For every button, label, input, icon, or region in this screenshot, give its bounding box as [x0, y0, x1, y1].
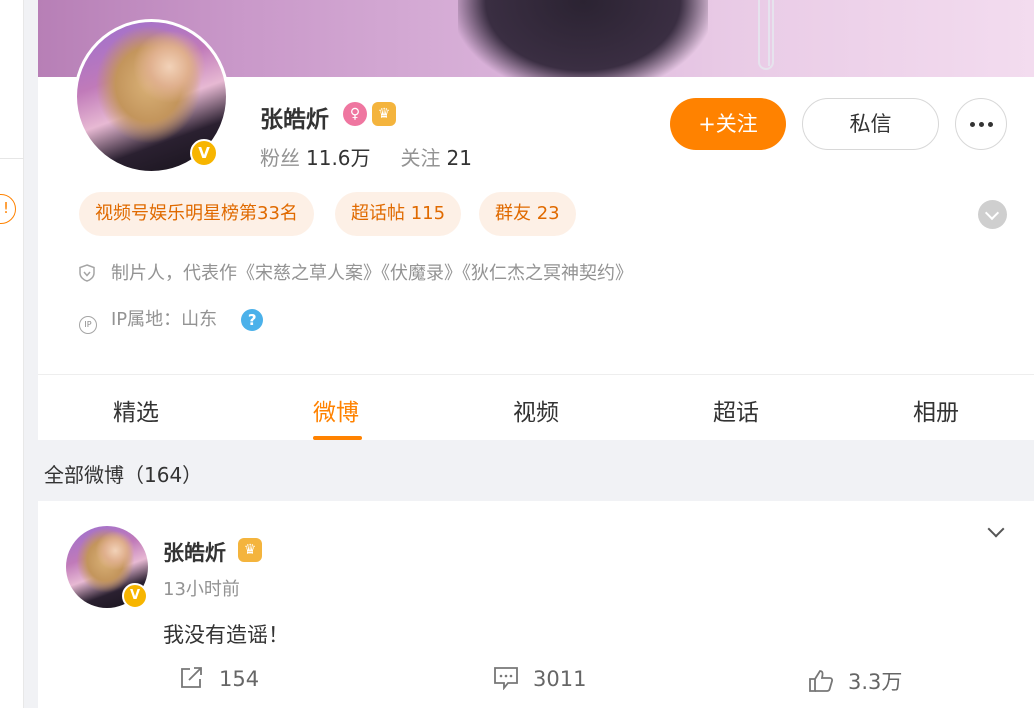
ip-location-text: IP属地：山东: [111, 309, 218, 330]
vip-crown-icon[interactable]: ♛: [238, 538, 262, 562]
tag-supertopic-posts[interactable]: 超话帖 115: [335, 192, 462, 236]
tag-group-friends[interactable]: 群友 23: [479, 192, 576, 236]
follow-label: 关注: [400, 146, 441, 170]
ip-icon: IP: [79, 316, 97, 334]
tab-video[interactable]: 视频: [513, 393, 559, 427]
like-count: 3.3万: [848, 670, 903, 694]
female-icon: ♀: [343, 102, 367, 126]
post-menu-chevron-down-icon[interactable]: [987, 520, 1005, 538]
help-icon[interactable]: ?: [241, 309, 264, 331]
profile-name: 张皓炘: [260, 107, 329, 133]
active-tab-indicator: [313, 436, 362, 440]
sidebar-divider: [0, 158, 24, 159]
section-title: 全部微博（164）: [44, 463, 203, 487]
follow-button[interactable]: +关注: [670, 98, 786, 150]
profile-stats: 粉丝 11.6万 关注 21: [260, 142, 472, 171]
tab-supertopic[interactable]: 超话: [713, 393, 759, 427]
tab-featured[interactable]: 精选: [113, 393, 159, 427]
weibo-profile-page: ! V 张皓炘 ♀ ♛ 粉丝 11.6万 关注 21 +关注 私信 视频号娱乐明星榜第…: [0, 0, 1034, 708]
left-sidebar: [0, 0, 24, 708]
bio-text: 制片人，代表作《宋慈之草人案》《伏魔录》《狄仁杰之冥神契约》: [111, 263, 633, 284]
cover-chain-strand: [766, 0, 770, 66]
post-text: 我没有造谣！: [163, 623, 289, 647]
ip-row: IP IP属地：山东?: [79, 305, 264, 334]
profile-card: V 张皓炘 ♀ ♛ 粉丝 11.6万 关注 21 +关注 私信 视频号娱乐明星榜第33…: [38, 0, 1034, 440]
comment-icon: [494, 667, 518, 691]
more-dot-icon: [978, 122, 984, 127]
post-author-name[interactable]: 张皓炘: [163, 537, 226, 567]
more-dot-icon: [969, 122, 975, 127]
repost-count: 154: [219, 667, 260, 691]
bio-row: 制片人，代表作《宋慈之草人案》《伏魔录》《狄仁杰之冥神契约》: [79, 259, 633, 285]
follow-count[interactable]: 21: [447, 146, 472, 170]
expand-info-chevron-icon[interactable]: [978, 200, 1007, 229]
fans-label: 粉丝: [260, 146, 300, 170]
comment-button[interactable]: 3011: [493, 666, 586, 691]
profile-tabs: 精选 微博 视频 超话 相册: [38, 375, 1034, 440]
vip-crown-icon[interactable]: ♛: [372, 102, 396, 126]
repost-button[interactable]: 154: [179, 666, 259, 691]
thumbs-up-icon: [809, 670, 834, 692]
shield-icon: [79, 264, 95, 282]
tab-album[interactable]: 相册: [913, 393, 959, 427]
verified-badge-icon: V: [122, 583, 148, 609]
more-options-button[interactable]: [955, 98, 1007, 150]
like-button[interactable]: 3.3万: [808, 666, 902, 696]
verified-badge-icon: V: [190, 139, 218, 167]
repost-icon: [181, 667, 202, 688]
comment-count: 3011: [533, 667, 587, 691]
cover-figure: [458, 0, 708, 77]
post-card: V 张皓炘 ♛ 13小时前 我没有造谣！ 154 3011 3.3万: [38, 501, 1034, 708]
tag-ranking[interactable]: 视频号娱乐明星榜第33名: [79, 192, 314, 236]
more-dot-icon: [987, 122, 993, 127]
fans-count[interactable]: 11.6万: [306, 146, 371, 170]
message-button[interactable]: 私信: [802, 98, 939, 150]
post-timestamp[interactable]: 13小时前: [163, 575, 240, 601]
tab-weibo[interactable]: 微博: [313, 393, 359, 427]
